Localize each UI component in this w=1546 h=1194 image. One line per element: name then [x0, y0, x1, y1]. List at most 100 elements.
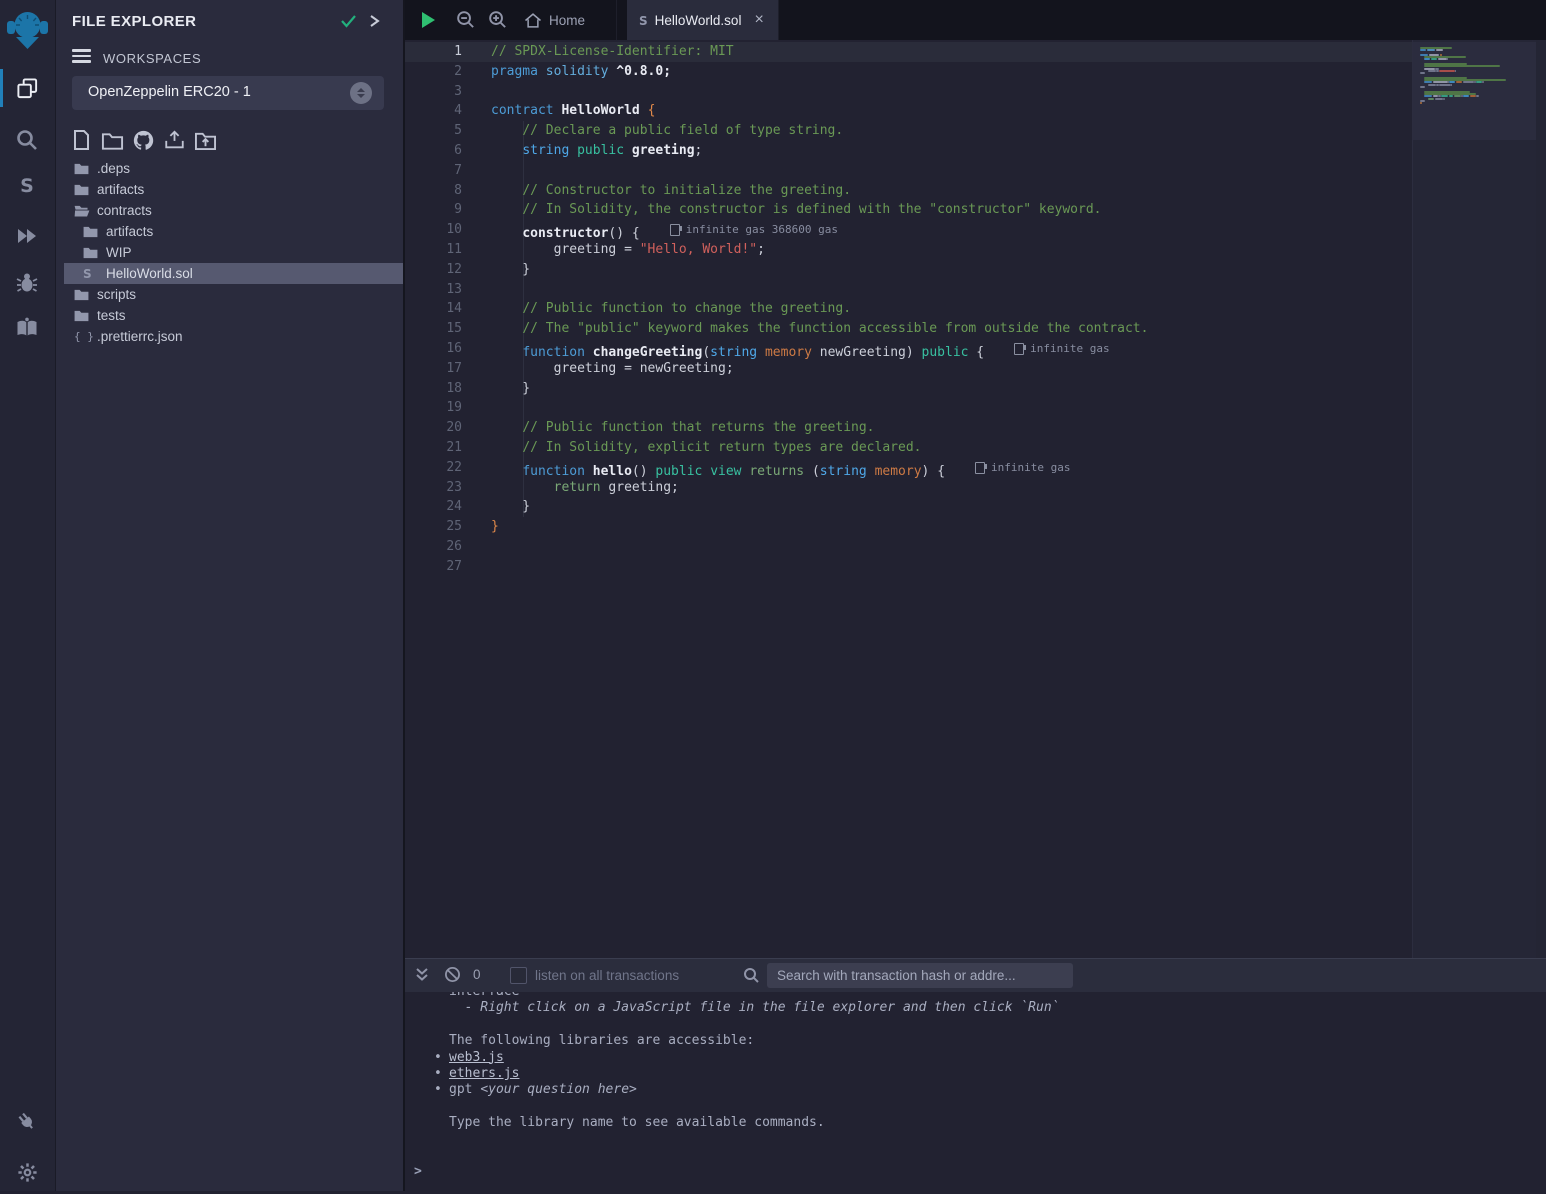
terminal-link[interactable]: ethers.js — [449, 1066, 519, 1081]
line-numbers: 1234567891011121314151617181920212223242… — [405, 42, 462, 577]
collapse-terminal-icon[interactable] — [415, 967, 429, 983]
tree-item-label: scripts — [97, 287, 136, 302]
listen-transactions-label: listen on all transactions — [535, 968, 679, 983]
clear-console-icon[interactable] — [444, 966, 461, 983]
new-folder-icon[interactable] — [101, 128, 124, 152]
folder-icon — [74, 289, 91, 301]
terminal-search-input[interactable] — [767, 963, 1073, 988]
workspaces-label: WORKSPACES — [103, 51, 201, 66]
workspace-selected: OpenZeppelin ERC20 - 1 — [88, 84, 251, 100]
tree-item-label: .deps — [97, 161, 130, 176]
workspace-select[interactable]: OpenZeppelin ERC20 - 1 — [72, 76, 384, 110]
debugger-icon[interactable] — [0, 261, 54, 305]
code-line-26 — [491, 537, 1148, 557]
tab-label: HelloWorld.sol — [655, 13, 742, 28]
workspace-switch-icon[interactable] — [350, 82, 372, 104]
github-icon[interactable] — [132, 128, 155, 152]
file-explorer-icon[interactable] — [0, 66, 54, 110]
deploy-run-icon[interactable] — [0, 214, 54, 258]
tree-item-helloworld-sol[interactable]: S HelloWorld.sol — [64, 263, 418, 284]
workspaces-menu-icon[interactable] — [72, 49, 91, 64]
tree-item-artifacts[interactable]: artifacts — [56, 179, 403, 200]
panel-title: FILE EXPLORER — [72, 13, 196, 30]
code-line-8: // Constructor to initialize the greetin… — [491, 181, 1148, 201]
tab-home[interactable]: Home — [512, 0, 617, 40]
tree-item-scripts[interactable]: scripts — [56, 284, 403, 305]
code-line-4: contract HelloWorld { — [491, 101, 1148, 121]
zoom-in-icon[interactable] — [487, 9, 508, 30]
plugin-manager-icon[interactable] — [0, 1100, 54, 1144]
chevron-right-icon[interactable] — [369, 14, 380, 28]
code-line-2: pragma solidity ^0.8.0; — [491, 62, 1148, 82]
editor-scrollbar[interactable] — [1536, 40, 1546, 958]
home-icon — [524, 12, 542, 29]
minimap[interactable] — [1412, 40, 1537, 958]
new-file-icon[interactable] — [70, 128, 93, 152]
tree-item-contracts[interactable]: contracts — [56, 200, 403, 221]
settings-icon[interactable] — [0, 1150, 54, 1194]
tree-item-label: .prettierrc.json — [97, 329, 183, 344]
code-line-9: // In Solidity, the constructor is defin… — [491, 200, 1148, 220]
upload-file-icon[interactable] — [163, 128, 186, 152]
folder-open-icon — [74, 205, 91, 217]
terminal-line: interface — [405, 992, 1546, 1000]
code-line-14: // Public function to change the greetin… — [491, 299, 1148, 319]
zoom-out-icon[interactable] — [455, 9, 476, 30]
file-tree: .deps artifacts contracts artifacts WIP S Hell… — [56, 158, 403, 347]
terminal-line — [405, 1017, 1546, 1033]
gas-estimate-badge: infinite gas — [975, 458, 1070, 478]
terminal-line: •web3.js — [405, 1050, 1546, 1066]
main-area: HomeSHelloWorld.sol× 1234567891011121314… — [403, 0, 1546, 1191]
tree-item-tests[interactable]: tests — [56, 305, 403, 326]
terminal-line: •gpt <your question here> — [405, 1082, 1546, 1098]
tree-item--prettierrc-json[interactable]: { }.prettierrc.json — [56, 326, 403, 347]
code-line-18: } — [491, 379, 1148, 399]
folder-icon — [74, 310, 91, 322]
solidity-icon: S — [83, 267, 100, 281]
tree-item-label: HelloWorld.sol — [106, 266, 193, 281]
upload-folder-icon[interactable] — [194, 128, 217, 152]
run-script-icon[interactable] — [422, 12, 435, 28]
remix-logo[interactable] — [6, 7, 49, 53]
terminal-menu-bar: 0 listen on all transactions — [405, 958, 1546, 992]
code-line-20: // Public function that returns the gree… — [491, 418, 1148, 438]
code-line-11: greeting = "Hello, World!"; — [491, 240, 1148, 260]
code-line-21: // In Solidity, explicit return types ar… — [491, 438, 1148, 458]
code-line-23: return greeting; — [491, 478, 1148, 498]
fuel-pump-icon — [1014, 343, 1024, 355]
tree-item-label: artifacts — [106, 224, 153, 239]
code-line-27 — [491, 557, 1148, 577]
code-line-3 — [491, 82, 1148, 102]
tree-item--deps[interactable]: .deps — [56, 158, 403, 179]
tab-label: Home — [549, 13, 585, 28]
transaction-count-badge: 0 — [473, 967, 481, 982]
terminal-line — [405, 1099, 1546, 1115]
tree-item-label: contracts — [97, 203, 152, 218]
tree-item-label: WIP — [106, 245, 132, 260]
terminal-line: - Right click on a JavaScript file in th… — [405, 1000, 1546, 1016]
gas-estimate-badge: infinite gas 368600 gas — [670, 220, 838, 240]
close-tab-icon[interactable]: × — [754, 13, 763, 27]
tree-item-artifacts[interactable]: artifacts — [56, 221, 403, 242]
solidity-compiler-icon[interactable]: S — [0, 164, 54, 208]
folder-icon — [83, 226, 100, 238]
code-editor[interactable]: 1234567891011121314151617181920212223242… — [405, 40, 1546, 958]
learneth-icon[interactable] — [0, 306, 54, 350]
check-icon[interactable] — [340, 14, 357, 28]
tree-item-wip[interactable]: WIP — [56, 242, 403, 263]
code-line-22: function hello() public view returns (st… — [491, 458, 1148, 478]
fuel-pump-icon — [975, 462, 985, 474]
listen-transactions-checkbox[interactable] — [510, 967, 527, 984]
terminal-line: •ethers.js — [405, 1066, 1546, 1082]
search-icon[interactable] — [0, 118, 54, 162]
tree-item-label: tests — [97, 308, 126, 323]
terminal-link[interactable]: web3.js — [449, 1050, 504, 1065]
gas-estimate-badge: infinite gas — [1014, 339, 1109, 359]
terminal-line: Type the library name to see available c… — [405, 1115, 1546, 1131]
folder-icon — [74, 163, 91, 175]
code-line-16: function changeGreeting(string memory ne… — [491, 339, 1148, 359]
code-line-24: } — [491, 497, 1148, 517]
terminal-prompt[interactable]: > — [414, 1164, 422, 1179]
tab-helloworld-sol[interactable]: SHelloWorld.sol× — [627, 0, 779, 40]
code-line-1: // SPDX-License-Identifier: MIT — [491, 42, 1148, 62]
